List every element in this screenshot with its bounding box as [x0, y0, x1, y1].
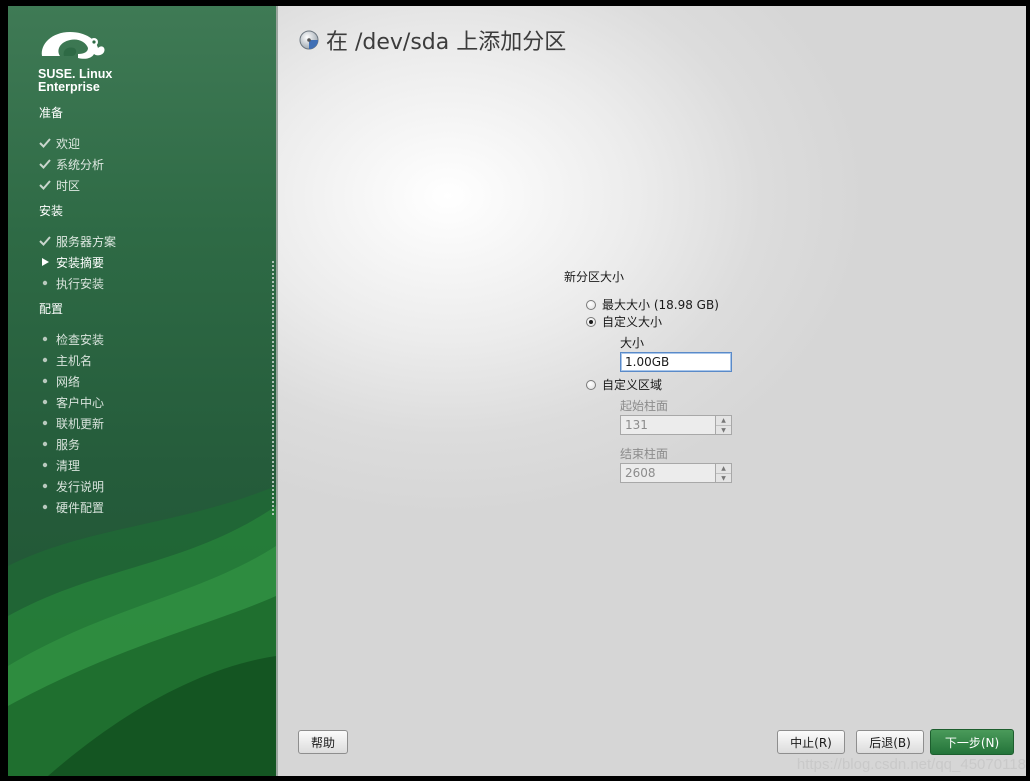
disk-icon	[299, 30, 319, 50]
brand-name: SUSE. Linux Enterprise	[38, 68, 112, 94]
step-timezone: 时区	[38, 176, 80, 194]
step-label: 清理	[56, 458, 81, 473]
start-cylinder-spinbox[interactable]: 131 ▲ ▼	[620, 415, 732, 435]
start-cylinder-value: 131	[625, 418, 648, 432]
back-button[interactable]: 后退(B)	[856, 730, 924, 754]
size-input[interactable]: 1.00GB	[620, 352, 732, 372]
spin-up-icon[interactable]: ▲	[716, 416, 731, 426]
step-online-update: 联机更新	[38, 414, 104, 432]
spin-arrows[interactable]: ▲ ▼	[715, 464, 731, 482]
check-icon	[38, 136, 52, 150]
step-label: 系统分析	[56, 157, 105, 172]
section-title-prepare: 准备	[39, 106, 64, 120]
check-icon	[38, 178, 52, 192]
sidebar: SUSE. Linux Enterprise 准备 欢迎 系统分析 时区 安装 …	[8, 6, 276, 776]
page-header: 在 /dev/sda 上添加分区	[298, 24, 566, 56]
max-size-radio[interactable]	[586, 300, 596, 310]
section-title-install: 安装	[39, 204, 64, 218]
bullet-icon	[38, 500, 52, 514]
step-system-analysis: 系统分析	[38, 155, 104, 173]
end-cylinder-value: 2608	[625, 466, 656, 480]
step-label: 执行安装	[56, 276, 105, 291]
step-label: 服务器方案	[56, 234, 117, 249]
bullet-icon	[38, 353, 52, 367]
installer-window: SUSE. Linux Enterprise 准备 欢迎 系统分析 时区 安装 …	[8, 6, 1026, 776]
abort-button[interactable]: 中止(R)	[777, 730, 845, 754]
step-label: 时区	[56, 178, 81, 193]
end-cylinder-spinbox[interactable]: 2608 ▲ ▼	[620, 463, 732, 483]
bullet-icon	[38, 374, 52, 388]
check-icon	[38, 157, 52, 171]
step-label: 网络	[56, 374, 81, 389]
group-label: 新分区大小	[564, 270, 625, 284]
step-label: 检查安装	[56, 332, 105, 347]
brand-line-2: Enterprise	[38, 80, 100, 94]
chameleon-logo-icon	[41, 32, 105, 59]
bullet-icon	[38, 332, 52, 346]
current-arrow-icon	[38, 255, 52, 269]
suse-logo: SUSE. Linux Enterprise	[38, 26, 128, 94]
main-panel: 在 /dev/sda 上添加分区 新分区大小 最大大小 (18.98 GB) 自…	[276, 6, 1026, 776]
spin-up-icon[interactable]: ▲	[716, 464, 731, 474]
step-label: 发行说明	[56, 479, 105, 494]
watermark: https://blog.csdn.net/qq_45070118	[796, 756, 1026, 773]
bullet-icon	[38, 437, 52, 451]
page-title: 在 /dev/sda 上添加分区	[326, 30, 567, 55]
step-label: 主机名	[56, 353, 93, 368]
size-label: 大小	[620, 336, 645, 350]
max-size-label[interactable]: 最大大小 (18.98 GB)	[602, 296, 719, 313]
custom-region-radio[interactable]	[586, 380, 596, 390]
step-hostname: 主机名	[38, 351, 92, 369]
step-customer-center: 客户中心	[38, 393, 104, 411]
bullet-icon	[38, 479, 52, 493]
custom-size-label[interactable]: 自定义大小	[602, 313, 662, 330]
step-server-scenario: 服务器方案	[38, 232, 116, 250]
step-label: 客户中心	[56, 395, 105, 410]
bullet-icon	[38, 276, 52, 290]
step-label: 联机更新	[56, 416, 105, 431]
bullet-icon	[38, 416, 52, 430]
step-label: 服务	[56, 437, 81, 452]
step-check-install: 检查安装	[38, 330, 104, 348]
sidebar-resize-handle[interactable]	[272, 261, 274, 516]
custom-size-radio[interactable]	[586, 317, 596, 327]
step-label: 硬件配置	[56, 500, 105, 515]
section-title-configure: 配置	[39, 302, 64, 316]
step-network: 网络	[38, 372, 80, 390]
bullet-icon	[38, 458, 52, 472]
help-button[interactable]: 帮助	[298, 730, 348, 754]
step-hardware-config: 硬件配置	[38, 498, 104, 516]
custom-region-label[interactable]: 自定义区域	[602, 376, 662, 393]
spin-down-icon[interactable]: ▼	[716, 426, 731, 435]
step-services: 服务	[38, 435, 80, 453]
end-cylinder-label: 结束柱面	[620, 447, 669, 461]
step-label: 欢迎	[56, 136, 81, 151]
step-cleanup: 清理	[38, 456, 80, 474]
start-cylinder-label: 起始柱面	[620, 399, 669, 413]
next-button[interactable]: 下一步(N)	[930, 729, 1014, 755]
step-label: 安装摘要	[56, 255, 105, 270]
step-welcome: 欢迎	[38, 134, 80, 152]
spin-down-icon[interactable]: ▼	[716, 474, 731, 483]
sidebar-background	[8, 486, 276, 776]
spin-arrows[interactable]: ▲ ▼	[715, 416, 731, 434]
check-icon	[38, 234, 52, 248]
bullet-icon	[38, 395, 52, 409]
step-release-notes: 发行说明	[38, 477, 104, 495]
step-install-summary: 安装摘要	[38, 253, 104, 271]
step-perform-install: 执行安装	[38, 274, 104, 292]
